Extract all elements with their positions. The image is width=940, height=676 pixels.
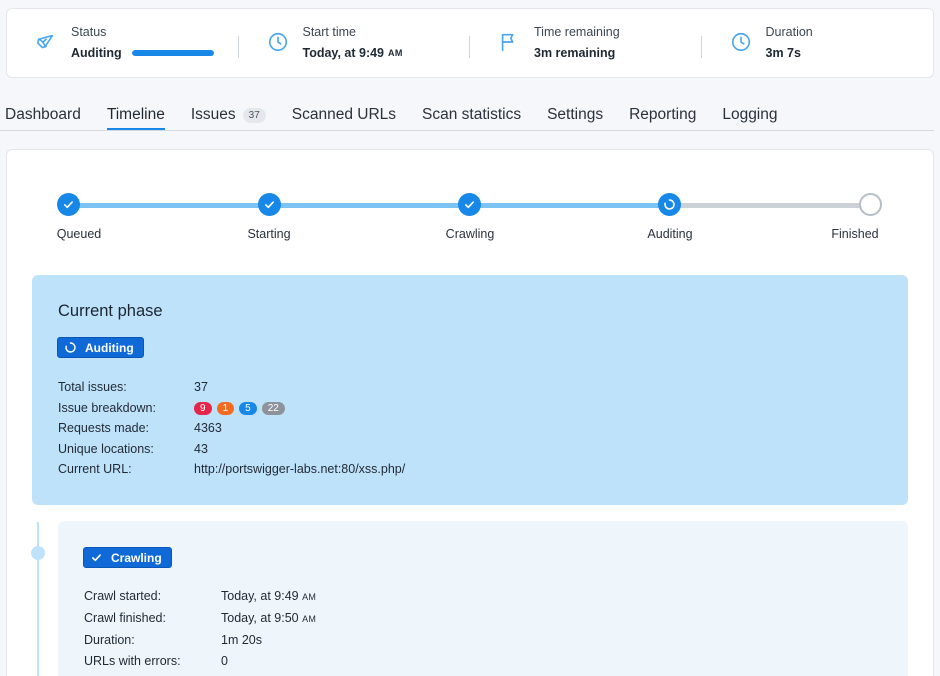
- total-issues-value: 37: [194, 380, 208, 394]
- field-label: Duration:: [84, 633, 135, 647]
- crawl-finished-value: Today, at 9:50 AM: [221, 611, 316, 625]
- step-label-finished: Finished: [831, 227, 879, 241]
- tab-label: Dashboard: [5, 106, 81, 123]
- clock-icon: [731, 32, 750, 52]
- start-time-ampm: AM: [388, 48, 403, 58]
- issues-count-badge: 37: [242, 108, 266, 123]
- step-starting-dot: [258, 193, 281, 216]
- crawling-phase-card: Crawling Crawl started: Today, at 9:49 A…: [58, 521, 908, 676]
- crawling-status-label: Crawling: [111, 550, 162, 565]
- crawl-duration-value: 1m 20s: [221, 633, 262, 647]
- duration-value: 3m 7s: [765, 46, 801, 60]
- field-label: Current URL:: [58, 462, 132, 476]
- crawling-status-badge: Crawling: [83, 547, 172, 568]
- step-label-auditing: Auditing: [647, 227, 693, 241]
- status-progress-bar: [131, 50, 214, 56]
- radar-icon: [36, 34, 54, 49]
- tab-scan-statistics[interactable]: Scan statistics: [422, 100, 521, 130]
- field-label: Issue breakdown:: [58, 401, 156, 415]
- time-remaining-item: Time remaining 3m remaining: [470, 20, 702, 66]
- tab-label: Settings: [547, 106, 604, 123]
- step-auditing-dot: [658, 193, 681, 216]
- field-label: Crawl started:: [84, 589, 162, 603]
- current-phase-title: Current phase: [58, 302, 163, 320]
- tab-label: Timeline: [106, 106, 165, 123]
- check-icon: [64, 201, 73, 209]
- tab-reporting[interactable]: Reporting: [629, 100, 696, 130]
- timeline-panel: Queued Starting Crawling Auditing Finish…: [6, 149, 934, 676]
- tab-issues[interactable]: Issues 37: [191, 100, 266, 130]
- spinner-icon: [664, 199, 675, 210]
- tab-timeline[interactable]: Timeline: [106, 100, 165, 130]
- status-progress-fill: [131, 50, 214, 56]
- flag-icon: [501, 33, 514, 52]
- field-label: Crawl finished:: [84, 611, 166, 625]
- phase-status-label: Auditing: [85, 340, 134, 355]
- check-icon: [265, 201, 274, 209]
- tab-dashboard[interactable]: Dashboard: [5, 100, 81, 130]
- stepper-track-pending: [670, 203, 871, 208]
- unique-locations-value: 43: [194, 442, 208, 456]
- step-label-queued: Queued: [56, 227, 102, 241]
- duration-label: Duration: [765, 25, 813, 39]
- current-phase-card: Current phase Auditing Total issues: 37 …: [32, 275, 908, 505]
- status-value: Auditing: [71, 46, 122, 60]
- low-severity-chip[interactable]: 5: [239, 402, 257, 415]
- phase-stepper: Queued Starting Crawling Auditing Finish…: [7, 190, 935, 250]
- stepper-track-done: [69, 203, 670, 208]
- time-remaining-value: 3m remaining: [534, 46, 616, 60]
- field-label: Requests made:: [58, 421, 150, 435]
- status-item: Status Auditing: [7, 20, 239, 66]
- medium-severity-chip[interactable]: 1: [216, 402, 235, 415]
- tab-logging[interactable]: Logging: [722, 100, 777, 130]
- step-label-crawling: Crawling: [445, 227, 495, 241]
- phase-status-badge: Auditing: [57, 337, 144, 358]
- field-label: URLs with errors:: [84, 654, 181, 668]
- urls-with-errors-value: 0: [221, 654, 228, 668]
- clock-icon: [268, 32, 287, 52]
- info-severity-chip[interactable]: 22: [261, 402, 285, 415]
- high-severity-chip[interactable]: 9: [194, 402, 212, 415]
- duration-item: Duration 3m 7s: [702, 20, 934, 66]
- step-queued-dot: [57, 193, 80, 216]
- step-label-starting: Starting: [247, 227, 291, 241]
- timeline-dot: [31, 546, 45, 560]
- field-label: Total issues:: [58, 380, 127, 394]
- crawl-finished-time: Today, at 9:50: [221, 611, 299, 625]
- tab-label: Logging: [722, 106, 778, 123]
- step-finished-dot: [859, 193, 882, 216]
- tab-bar: Dashboard Timeline Issues 37 Scanned URLs…: [0, 100, 934, 131]
- tab-label: Reporting: [629, 106, 697, 123]
- crawl-started-time: Today, at 9:49: [221, 589, 299, 603]
- tab-label: Scan statistics: [422, 106, 522, 123]
- step-crawling-dot: [458, 193, 481, 216]
- start-time-value: Today, at 9:49: [302, 46, 385, 60]
- requests-made-value: 4363: [194, 421, 222, 435]
- start-time-label: Start time: [302, 25, 357, 39]
- current-url-value: http://portswigger-labs.net:80/xss.php/: [194, 462, 406, 476]
- issue-breakdown-chips: 9 1 5 22: [194, 402, 285, 415]
- crawl-started-value: Today, at 9:49 AM: [221, 589, 316, 603]
- scan-status-bar: Status Auditing Start time Today, at 9:4…: [6, 8, 934, 78]
- tab-label: Issues: [190, 106, 236, 123]
- spinner-icon: [65, 342, 76, 353]
- start-time-item: Start time Today, at 9:49 AM: [239, 20, 471, 66]
- crawl-finished-ampm: AM: [302, 614, 317, 624]
- check-icon: [92, 554, 101, 562]
- tab-scanned-urls[interactable]: Scanned URLs: [292, 100, 396, 130]
- field-label: Unique locations:: [58, 442, 154, 456]
- tab-label: Scanned URLs: [291, 106, 397, 123]
- status-label: Status: [71, 25, 107, 39]
- time-remaining-label: Time remaining: [534, 25, 620, 39]
- check-icon: [465, 201, 474, 209]
- crawl-started-ampm: AM: [302, 592, 317, 602]
- tab-settings[interactable]: Settings: [547, 100, 603, 130]
